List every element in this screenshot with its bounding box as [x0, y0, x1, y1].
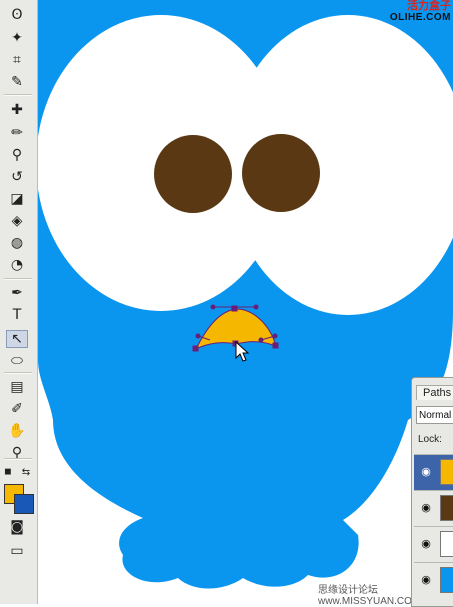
slice-tool-icon[interactable]: ✎: [6, 73, 28, 91]
background-color-swatch[interactable]: [14, 494, 34, 514]
notes-tool-icon[interactable]: ▤: [6, 378, 28, 396]
watermark-cn: 活力盒子: [407, 0, 451, 12]
layer-row[interactable]: ◉: [414, 562, 453, 598]
site-watermark-top: 活力盒子 OLIHE.COM: [390, 0, 451, 24]
crop-tool-icon[interactable]: ⌗: [6, 51, 28, 69]
default-colors-icon[interactable]: ◼: [2, 466, 14, 478]
history-brush-tool-icon[interactable]: ↺: [6, 168, 28, 186]
toolbox-panel: ʘ ✦ ⌗ ✎ ✚ ✏ ⚲ ↺ ◪ ◈ ◍ ◔ ✒ T ↖ ⬭ ▤ ✐ ✋ ⚲ ◼ ⇆ ◙ ▭: [0, 0, 38, 604]
layer-thumbnail: [440, 459, 453, 485]
direct-selection-tool-icon[interactable]: ↖: [6, 330, 28, 348]
layer-thumbnail: [440, 495, 453, 521]
layer-row[interactable]: ◉: [414, 454, 453, 490]
left-pupil: [154, 135, 232, 213]
document-canvas[interactable]: 活力盒子 OLIHE.COM 思缘设计论坛 www.MISSYUAN.COM: [38, 0, 453, 604]
visibility-eye-icon[interactable]: ◉: [418, 573, 434, 587]
lock-label: Lock:: [418, 434, 442, 445]
toolbox-divider: [4, 458, 32, 460]
dodge-tool-icon[interactable]: ◔: [6, 256, 28, 274]
type-tool-icon[interactable]: T: [6, 306, 28, 324]
layer-row[interactable]: ◉: [414, 490, 453, 526]
quick-mask-icon[interactable]: ◙: [6, 518, 28, 536]
swap-colors-icon[interactable]: ⇆: [20, 466, 32, 478]
visibility-eye-icon[interactable]: ◉: [418, 501, 434, 515]
clone-stamp-tool-icon[interactable]: ⚲: [6, 146, 28, 164]
paths-panel: Paths Normal Lock: ◉ ◉ ◉ ◉: [411, 377, 453, 607]
watermark-en: OLIHE.COM: [389, 12, 451, 23]
paint-bucket-tool-icon[interactable]: ◈: [6, 212, 28, 230]
right-pupil: [242, 134, 320, 212]
toolbox-divider: [4, 94, 32, 96]
brush-tool-icon[interactable]: ✏: [6, 124, 28, 142]
blur-tool-icon[interactable]: ◍: [6, 234, 28, 252]
eraser-tool-icon[interactable]: ◪: [6, 190, 28, 208]
pen-tool-icon[interactable]: ✒: [6, 284, 28, 302]
healing-brush-tool-icon[interactable]: ✚: [6, 101, 28, 119]
eyedropper-tool-icon[interactable]: ✐: [6, 400, 28, 418]
tab-paths[interactable]: Paths: [416, 385, 453, 400]
blend-mode-select[interactable]: Normal: [416, 406, 453, 424]
layer-thumbnail: [440, 531, 453, 557]
magic-wand-tool-icon[interactable]: ✦: [6, 29, 28, 47]
ellipse-tool-icon[interactable]: ⬭: [6, 352, 28, 370]
hand-tool-icon[interactable]: ✋: [6, 422, 28, 440]
toolbox-divider: [4, 372, 32, 374]
screen-mode-icon[interactable]: ▭: [6, 542, 28, 560]
layer-thumbnail: [440, 567, 453, 593]
toolbox-divider: [4, 278, 32, 280]
visibility-eye-icon[interactable]: ◉: [418, 465, 434, 479]
lasso-tool-icon[interactable]: ʘ: [6, 6, 28, 24]
bird-illustration: [38, 0, 453, 589]
layer-row[interactable]: ◉: [414, 526, 453, 562]
visibility-eye-icon[interactable]: ◉: [418, 537, 434, 551]
